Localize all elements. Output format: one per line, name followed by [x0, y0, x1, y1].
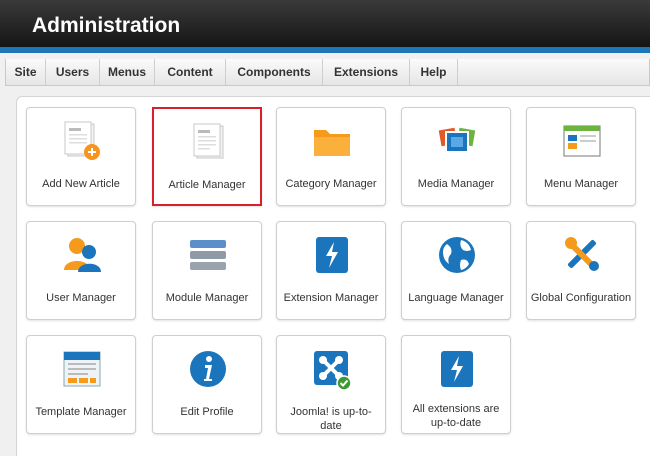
tile-label: Module Manager	[165, 292, 249, 304]
tile-label: User Manager	[46, 292, 116, 304]
joomla-icon	[314, 351, 352, 390]
tile-module-manager[interactable]: Module Manager	[152, 221, 262, 320]
article-icon	[193, 123, 224, 159]
tile-user-manager[interactable]: User Manager	[26, 221, 136, 320]
menu-icon	[563, 125, 601, 157]
tile-label: Language Manager	[408, 292, 504, 304]
tile-label: Global Configuration	[530, 292, 632, 304]
module-icon	[190, 240, 226, 270]
tile-label: Add New Article	[42, 178, 120, 190]
tile-label: Category Manager	[285, 178, 377, 190]
menu-content[interactable]: Content	[155, 59, 226, 85]
tile-category-manager[interactable]: Category Manager	[276, 107, 386, 206]
users-icon	[64, 238, 101, 272]
tile-article-manager[interactable]: Article Manager	[152, 107, 262, 206]
menu-menus[interactable]: Menus	[100, 59, 155, 85]
menu-users[interactable]: Users	[46, 59, 100, 85]
globe-icon	[439, 237, 475, 273]
tile-edit-profile[interactable]: Edit Profile	[152, 335, 262, 434]
tile-template-manager[interactable]: Template Manager	[26, 335, 136, 434]
extension-update-icon	[441, 351, 473, 387]
tile-label: Extension Manager	[283, 292, 379, 304]
info-icon	[190, 351, 226, 387]
menu-site[interactable]: Site	[6, 59, 46, 85]
menu-extensions[interactable]: Extensions	[323, 59, 410, 85]
tile-label: Menu Manager	[544, 178, 618, 190]
template-icon	[63, 351, 101, 387]
page-title: Administration	[32, 14, 181, 37]
tile-menu-manager[interactable]: Menu Manager	[526, 107, 636, 206]
tile-add-new-article[interactable]: Add New Article	[26, 107, 136, 206]
tile-label: Article Manager	[168, 179, 246, 191]
tile-label: Media Manager	[417, 178, 495, 190]
tile-extensions-status[interactable]: All extensions are up-to-date	[401, 335, 511, 434]
tile-global-configuration[interactable]: Global Configuration	[526, 221, 636, 320]
tile-label: Joomla! is up-to-date	[290, 406, 372, 432]
extension-icon	[316, 237, 348, 273]
add-article-icon	[64, 121, 100, 160]
tile-extension-manager[interactable]: Extension Manager	[276, 221, 386, 320]
folder-icon	[314, 130, 350, 156]
tile-language-manager[interactable]: Language Manager	[401, 221, 511, 320]
main-menu-bar: Site Users Menus Content Components Exte…	[5, 59, 650, 86]
tile-label: Template Manager	[35, 406, 127, 418]
tile-label: All extensions are up-to-date	[412, 403, 500, 429]
tile-joomla-status[interactable]: Joomla! is up-to-date	[276, 335, 386, 434]
tile-media-manager[interactable]: Media Manager	[401, 107, 511, 206]
tools-icon	[565, 237, 599, 271]
media-icon	[437, 125, 477, 153]
admin-header: Administration	[0, 0, 650, 53]
tile-label: Edit Profile	[180, 406, 234, 418]
menu-help[interactable]: Help	[410, 59, 458, 85]
menu-components[interactable]: Components	[226, 59, 323, 85]
